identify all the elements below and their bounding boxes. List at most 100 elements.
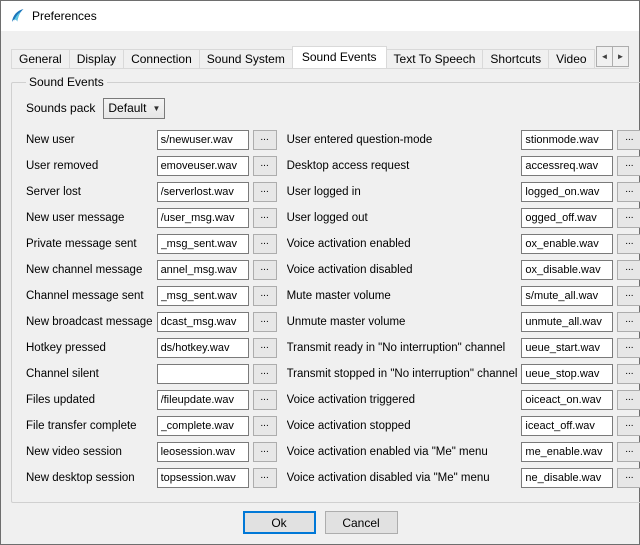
left-browse-button-11[interactable]: ... <box>253 416 277 436</box>
sound-event-row: User removed ... <box>26 153 277 179</box>
tab-sound-system[interactable]: Sound System <box>199 49 293 68</box>
left-sound-file-input-13[interactable] <box>157 468 249 488</box>
sound-event-row: Voice activation enabled ... <box>287 231 640 257</box>
left-sound-file-input-11[interactable] <box>157 416 249 436</box>
tab-display[interactable]: Display <box>69 49 124 68</box>
sound-event-label: Voice activation triggered <box>287 394 522 406</box>
right-sound-file-input-3[interactable] <box>521 208 613 228</box>
sound-event-row: Transmit ready in "No interruption" chan… <box>287 335 640 361</box>
right-sound-file-input-9[interactable] <box>521 364 613 384</box>
right-sound-file-input-8[interactable] <box>521 338 613 358</box>
left-sound-file-input-6[interactable] <box>157 286 249 306</box>
tab-video[interactable]: Video <box>548 49 594 68</box>
window-title: Preferences <box>32 9 97 23</box>
sound-event-label: Transmit stopped in "No interruption" ch… <box>287 368 522 380</box>
sound-event-label: User entered question-mode <box>287 134 522 146</box>
left-sound-file-input-10[interactable] <box>157 390 249 410</box>
sound-event-row: Voice activation stopped ... <box>287 413 640 439</box>
left-browse-button-4[interactable]: ... <box>253 234 277 254</box>
sound-event-label: User logged out <box>287 212 522 224</box>
left-browse-button-13[interactable]: ... <box>253 468 277 488</box>
app-icon <box>9 8 25 24</box>
right-browse-button-13[interactable]: ... <box>617 468 640 488</box>
right-browse-button-2[interactable]: ... <box>617 182 640 202</box>
right-sound-file-input-1[interactable] <box>521 156 613 176</box>
left-browse-button-7[interactable]: ... <box>253 312 277 332</box>
sound-event-row: Unmute master volume ... <box>287 309 640 335</box>
left-sound-file-input-0[interactable] <box>157 130 249 150</box>
right-sound-file-input-5[interactable] <box>521 260 613 280</box>
left-sound-file-input-9[interactable] <box>157 364 249 384</box>
right-browse-button-6[interactable]: ... <box>617 286 640 306</box>
right-sound-file-input-4[interactable] <box>521 234 613 254</box>
sound-event-row: Transmit stopped in "No interruption" ch… <box>287 361 640 387</box>
right-sound-file-input-12[interactable] <box>521 442 613 462</box>
right-browse-button-7[interactable]: ... <box>617 312 640 332</box>
right-sound-file-input-6[interactable] <box>521 286 613 306</box>
left-browse-button-0[interactable]: ... <box>253 130 277 150</box>
sound-event-label: New user message <box>26 212 157 224</box>
tab-text-to-speech[interactable]: Text To Speech <box>386 49 484 68</box>
sound-event-row: Mute master volume ... <box>287 283 640 309</box>
left-browse-button-2[interactable]: ... <box>253 182 277 202</box>
right-sound-file-input-0[interactable] <box>521 130 613 150</box>
left-sound-file-input-12[interactable] <box>157 442 249 462</box>
tab-content-sound-events: Sound Events Sounds pack Default ▼ New u… <box>1 69 639 544</box>
right-browse-button-1[interactable]: ... <box>617 156 640 176</box>
sound-event-label: Transmit ready in "No interruption" chan… <box>287 342 522 354</box>
sound-event-label: Unmute master volume <box>287 316 522 328</box>
tab-connection[interactable]: Connection <box>123 49 200 68</box>
right-browse-button-12[interactable]: ... <box>617 442 640 462</box>
left-browse-button-12[interactable]: ... <box>253 442 277 462</box>
left-sound-file-input-1[interactable] <box>157 156 249 176</box>
right-browse-button-8[interactable]: ... <box>617 338 640 358</box>
left-browse-button-10[interactable]: ... <box>253 390 277 410</box>
sound-event-row: New user ... <box>26 127 277 153</box>
tab-sound-events[interactable]: Sound Events <box>292 46 387 69</box>
left-sound-file-input-2[interactable] <box>157 182 249 202</box>
sound-event-label: User removed <box>26 160 157 172</box>
groupbox-title: Sound Events <box>26 75 107 89</box>
left-browse-button-6[interactable]: ... <box>253 286 277 306</box>
cancel-button[interactable]: Cancel <box>325 511 398 534</box>
sound-event-label: Files updated <box>26 394 157 406</box>
sound-event-label: Server lost <box>26 186 157 198</box>
right-browse-button-5[interactable]: ... <box>617 260 640 280</box>
right-browse-button-10[interactable]: ... <box>617 390 640 410</box>
left-sound-file-input-7[interactable] <box>157 312 249 332</box>
left-browse-button-1[interactable]: ... <box>253 156 277 176</box>
tab-scroll-right-button[interactable]: ► <box>612 46 629 67</box>
sound-event-row: Voice activation triggered ... <box>287 387 640 413</box>
right-sound-file-input-13[interactable] <box>521 468 613 488</box>
left-sound-file-input-4[interactable] <box>157 234 249 254</box>
left-sound-file-input-5[interactable] <box>157 260 249 280</box>
right-sound-file-input-2[interactable] <box>521 182 613 202</box>
left-browse-button-3[interactable]: ... <box>253 208 277 228</box>
right-browse-button-11[interactable]: ... <box>617 416 640 436</box>
sounds-pack-value: Default <box>108 101 146 115</box>
sound-event-label: Mute master volume <box>287 290 522 302</box>
left-browse-button-9[interactable]: ... <box>253 364 277 384</box>
sound-event-row: User entered question-mode ... <box>287 127 640 153</box>
sound-event-row: User logged out ... <box>287 205 640 231</box>
right-browse-button-4[interactable]: ... <box>617 234 640 254</box>
left-browse-button-8[interactable]: ... <box>253 338 277 358</box>
right-sound-file-input-7[interactable] <box>521 312 613 332</box>
sound-event-label: New video session <box>26 446 157 458</box>
left-sound-file-input-3[interactable] <box>157 208 249 228</box>
tab-scroller: ◄ ► <box>597 46 629 67</box>
sound-event-label: Channel silent <box>26 368 157 380</box>
tab-general[interactable]: General <box>11 49 70 68</box>
left-sound-file-input-8[interactable] <box>157 338 249 358</box>
left-browse-button-5[interactable]: ... <box>253 260 277 280</box>
sounds-pack-select[interactable]: Default ▼ <box>103 98 165 119</box>
tab-scroll-left-button[interactable]: ◄ <box>596 46 613 67</box>
tab-shortcuts[interactable]: Shortcuts <box>482 49 549 68</box>
ok-button[interactable]: Ok <box>243 511 316 534</box>
sound-event-row: Files updated ... <box>26 387 277 413</box>
right-browse-button-0[interactable]: ... <box>617 130 640 150</box>
right-sound-file-input-11[interactable] <box>521 416 613 436</box>
right-sound-file-input-10[interactable] <box>521 390 613 410</box>
right-browse-button-3[interactable]: ... <box>617 208 640 228</box>
right-browse-button-9[interactable]: ... <box>617 364 640 384</box>
